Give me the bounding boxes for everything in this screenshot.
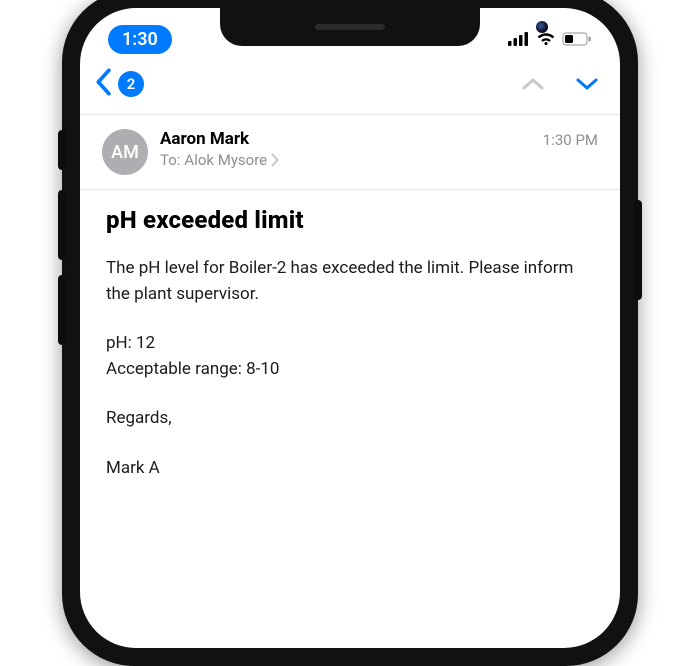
phone-volume-up	[58, 190, 66, 260]
message-body: pH exceeded limit The pH level for Boile…	[80, 190, 620, 497]
phone-frame: 1:30	[62, 0, 638, 666]
recipient-label: To:	[160, 151, 180, 169]
ph-range-line: Acceptable range: 8-10	[106, 357, 594, 383]
phone-mute-switch	[58, 130, 66, 170]
cellular-signal-icon	[508, 32, 530, 46]
message-header: AM Aaron Mark To: Alok Mysore 1:30 PM	[80, 115, 620, 190]
chevron-right-icon	[271, 153, 279, 167]
phone-volume-down	[58, 275, 66, 345]
phone-screen: 1:30	[80, 8, 620, 648]
message-text: The pH level for Boiler-2 has exceeded t…	[106, 256, 594, 481]
unread-badge[interactable]: 2	[118, 71, 144, 97]
nav-bar: 2	[80, 60, 620, 115]
body-intro: The pH level for Boiler-2 has exceeded t…	[106, 256, 594, 307]
body-values: pH: 12 Acceptable range: 8-10	[106, 331, 594, 382]
status-time-pill[interactable]: 1:30	[108, 25, 172, 54]
recipient-name: Alok Mysore	[184, 151, 267, 169]
sender-avatar[interactable]: AM	[102, 129, 148, 175]
recipient-line[interactable]: To: Alok Mysore	[160, 151, 531, 169]
back-button[interactable]	[94, 68, 112, 100]
wifi-icon	[536, 32, 556, 46]
previous-message-button[interactable]	[520, 71, 546, 97]
sender-name[interactable]: Aaron Mark	[160, 129, 531, 149]
body-regards: Regards,	[106, 406, 594, 432]
body-signature: Mark A	[106, 456, 594, 482]
ph-value-line: pH: 12	[106, 331, 594, 357]
battery-icon	[562, 32, 592, 46]
next-message-button[interactable]	[574, 71, 600, 97]
message-time: 1:30 PM	[543, 131, 598, 149]
status-bar: 1:30	[80, 8, 620, 60]
message-subject: pH exceeded limit	[106, 206, 594, 234]
phone-power-button	[634, 200, 642, 300]
